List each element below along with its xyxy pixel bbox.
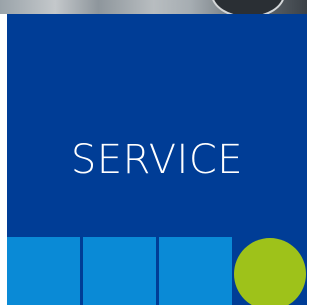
decor-circle-icon (234, 238, 306, 305)
service-tile[interactable]: SERVICE (7, 14, 307, 305)
header-photo-strip (0, 0, 307, 14)
photo-dark-object (211, 0, 285, 14)
tile-title: SERVICE (70, 137, 244, 183)
decor-square-1 (7, 237, 80, 305)
decor-shapes (7, 237, 307, 305)
decor-square-3 (159, 237, 232, 305)
decor-square-2 (83, 237, 156, 305)
